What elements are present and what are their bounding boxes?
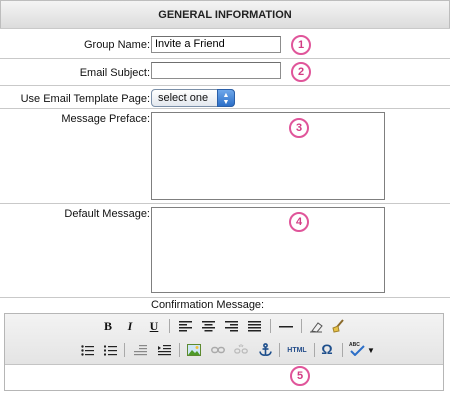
chevron-down-icon[interactable]: ▼: [367, 342, 375, 358]
align-center-icon[interactable]: [200, 318, 216, 334]
numbered-list-icon[interactable]: [102, 342, 118, 358]
select-arrows-icon: ▲ ▼: [217, 89, 235, 107]
toolbar-separator: [342, 343, 343, 357]
section-header: GENERAL INFORMATION: [0, 0, 450, 29]
message-preface-textarea[interactable]: [151, 112, 385, 200]
special-character-button[interactable]: Ω: [319, 341, 335, 357]
toolbar-separator: [169, 319, 170, 333]
toolbar-separator: [270, 319, 271, 333]
align-justify-icon[interactable]: [246, 318, 262, 334]
italic-button[interactable]: I: [124, 318, 136, 334]
badge-3: 3: [289, 118, 309, 138]
badge-5: 5: [290, 366, 310, 386]
email-subject-label: Email Subject:: [79, 67, 150, 79]
indent-icon[interactable]: [156, 342, 172, 358]
badge-4: 4: [289, 212, 309, 232]
section-title: GENERAL INFORMATION: [158, 8, 292, 21]
outdent-icon[interactable]: [132, 342, 148, 358]
confirmation-message-label: Confirmation Message:: [151, 299, 265, 311]
svg-text:ABC: ABC: [349, 342, 360, 348]
message-preface-label: Message Preface:: [61, 113, 150, 125]
template-page-selected: select one: [158, 92, 209, 104]
eraser-icon[interactable]: [308, 318, 324, 334]
default-message-textarea[interactable]: [151, 207, 385, 293]
html-source-button[interactable]: HTML: [285, 342, 309, 358]
toolbar-separator: [314, 343, 315, 357]
bullet-list-icon[interactable]: [79, 342, 95, 358]
anchor-icon[interactable]: [257, 342, 273, 358]
toolbar-separator: [179, 343, 180, 357]
bold-button[interactable]: B: [102, 318, 114, 334]
insert-image-icon[interactable]: [186, 342, 202, 358]
group-name-label: Group Name:: [83, 39, 150, 51]
cleanup-broom-icon[interactable]: [330, 318, 346, 334]
template-page-select[interactable]: select one ▲ ▼: [151, 89, 235, 107]
align-left-icon[interactable]: [177, 318, 193, 334]
badge-1: 1: [291, 35, 311, 55]
horizontal-rule-icon[interactable]: [278, 318, 294, 334]
group-name-input[interactable]: Invite a Friend: [151, 36, 281, 53]
toolbar-separator: [124, 343, 125, 357]
underline-button[interactable]: U: [148, 318, 160, 334]
toolbar-separator: [279, 343, 280, 357]
unlink-icon[interactable]: [233, 342, 249, 358]
toolbar-separator: [301, 319, 302, 333]
email-subject-input[interactable]: [151, 62, 281, 79]
badge-2: 2: [291, 62, 311, 82]
link-icon[interactable]: [210, 342, 226, 358]
align-right-icon[interactable]: [223, 318, 239, 334]
spellcheck-icon[interactable]: ABC: [348, 340, 366, 356]
editor-toolbar: B I U HTML Ω ABC ▼: [5, 314, 443, 365]
template-page-label: Use Email Template Page:: [20, 93, 150, 105]
default-message-label: Default Message:: [64, 208, 150, 220]
confirmation-message-editor[interactable]: B I U HTML Ω ABC ▼: [4, 313, 444, 391]
